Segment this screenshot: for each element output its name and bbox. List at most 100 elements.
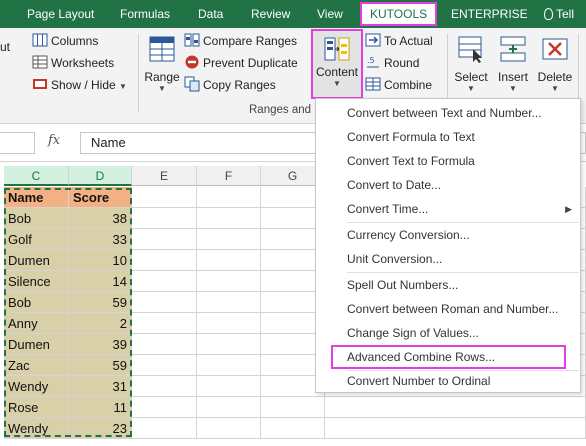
name-cell[interactable]: Wendy [4, 376, 69, 397]
round-button[interactable]: .5 Round [365, 52, 419, 74]
name-cell[interactable]: Dumen [4, 334, 69, 355]
empty-cell[interactable] [197, 271, 261, 292]
tab-page-layout[interactable]: Page Layout [27, 0, 94, 28]
empty-cell[interactable] [132, 229, 197, 250]
name-box[interactable] [0, 132, 35, 154]
score-cell[interactable]: 2 [69, 313, 132, 334]
empty-cell[interactable] [132, 355, 197, 376]
to-actual-button[interactable]: To Actual [365, 30, 433, 52]
name-cell[interactable]: Rose [4, 397, 69, 418]
menu-item-convert-text-to-formula[interactable]: Convert Text to Formula [316, 149, 580, 173]
empty-cell[interactable] [197, 250, 261, 271]
prevent-duplicate-button[interactable]: Prevent Duplicate [184, 52, 298, 74]
compare-ranges-label: Compare Ranges [203, 34, 298, 48]
tab-data[interactable]: Data [198, 0, 223, 28]
columns-button[interactable]: Columns [32, 30, 98, 52]
name-cell[interactable]: Silence [4, 271, 69, 292]
partial-button[interactable]: ut [0, 36, 10, 58]
empty-cell[interactable] [197, 334, 261, 355]
score-cell[interactable]: 23 [69, 418, 132, 439]
delete-label: Delete [537, 70, 573, 84]
empty-cell[interactable] [197, 187, 261, 208]
select-button[interactable]: Select ▼ [452, 34, 490, 93]
score-cell[interactable]: 38 [69, 208, 132, 229]
fx-icon[interactable]: fx [48, 133, 60, 148]
empty-cell[interactable] [325, 397, 586, 418]
name-cell[interactable]: Dumen [4, 250, 69, 271]
empty-cell[interactable] [197, 397, 261, 418]
menu-item-convert-number-to-ordinal[interactable]: Convert Number to Ordinal [316, 369, 580, 393]
range-button[interactable]: Range ▼ [144, 34, 180, 93]
name-cell[interactable]: Anny [4, 313, 69, 334]
empty-cell[interactable] [197, 292, 261, 313]
column-header-f[interactable]: F [197, 166, 261, 186]
empty-cell[interactable] [132, 271, 197, 292]
menu-item-advanced-combine-rows[interactable]: Advanced Combine Rows... [331, 345, 566, 369]
copy-ranges-button[interactable]: Copy Ranges [184, 74, 276, 96]
name-cell[interactable]: Golf [4, 229, 69, 250]
empty-cell[interactable] [325, 418, 586, 439]
empty-cell[interactable] [132, 208, 197, 229]
name-cell[interactable]: Bob [4, 292, 69, 313]
compare-ranges-button[interactable]: Compare Ranges [184, 30, 297, 52]
empty-cell[interactable] [132, 292, 197, 313]
content-button[interactable]: Content ▼ [311, 29, 363, 99]
empty-cell[interactable] [197, 418, 261, 439]
empty-cell[interactable] [132, 418, 197, 439]
empty-cell[interactable] [197, 229, 261, 250]
chevron-down-icon: ▼ [509, 84, 517, 93]
empty-cell[interactable] [261, 397, 325, 418]
chevron-down-icon: ▼ [333, 79, 341, 88]
show-hide-button[interactable]: Show / Hide ▼ [32, 74, 127, 96]
empty-cell[interactable] [132, 313, 197, 334]
menu-item-convert-to-date[interactable]: Convert to Date... [316, 173, 580, 197]
insert-button[interactable]: Insert ▼ [494, 34, 532, 93]
ribbon-divider [138, 34, 139, 112]
empty-cell[interactable] [132, 376, 197, 397]
score-cell[interactable]: 39 [69, 334, 132, 355]
name-cell[interactable]: Wendy [4, 418, 69, 439]
header-cell[interactable]: Name [4, 187, 69, 208]
empty-cell[interactable] [197, 313, 261, 334]
empty-cell[interactable] [197, 355, 261, 376]
menu-item-convert-roman-number[interactable]: Convert between Roman and Number... [316, 297, 580, 321]
score-cell[interactable]: 33 [69, 229, 132, 250]
menu-item-spell-out-numbers[interactable]: Spell Out Numbers... [316, 273, 580, 297]
empty-cell[interactable] [197, 208, 261, 229]
empty-cell[interactable] [197, 376, 261, 397]
empty-cell[interactable] [132, 187, 197, 208]
tab-formulas[interactable]: Formulas [120, 0, 170, 28]
menu-item-currency-conversion[interactable]: Currency Conversion... [316, 223, 580, 247]
tab-enterprise[interactable]: ENTERPRISE [451, 0, 528, 28]
menu-item-convert-formula-to-text[interactable]: Convert Formula to Text [316, 125, 580, 149]
score-cell[interactable]: 31 [69, 376, 132, 397]
score-cell[interactable]: 59 [69, 292, 132, 313]
tab-review[interactable]: Review [251, 0, 290, 28]
delete-icon [542, 38, 568, 60]
name-cell[interactable]: Bob [4, 208, 69, 229]
tab-view[interactable]: View [317, 0, 343, 28]
column-header-c[interactable]: C [4, 166, 69, 186]
score-cell[interactable]: 10 [69, 250, 132, 271]
menu-item-change-sign[interactable]: Change Sign of Values... [316, 321, 580, 345]
delete-button[interactable]: Delete ▼ [536, 34, 574, 93]
score-cell[interactable]: 59 [69, 355, 132, 376]
empty-cell[interactable] [132, 397, 197, 418]
column-header-e[interactable]: E [132, 166, 197, 186]
name-cell[interactable]: Zac [4, 355, 69, 376]
worksheets-button[interactable]: Worksheets [32, 52, 114, 74]
empty-cell[interactable] [132, 250, 197, 271]
score-cell[interactable]: 14 [69, 271, 132, 292]
score-cell[interactable]: 11 [69, 397, 132, 418]
empty-cell[interactable] [132, 334, 197, 355]
menu-item-unit-conversion[interactable]: Unit Conversion... [316, 247, 580, 271]
column-header-d[interactable]: D [69, 166, 132, 186]
menu-item-convert-text-number[interactable]: Convert between Text and Number... [316, 101, 580, 125]
menu-item-convert-time[interactable]: Convert Time... ▶ [316, 197, 580, 221]
empty-cell[interactable] [261, 418, 325, 439]
tab-kutools[interactable]: KUTOOLS [360, 2, 438, 26]
combine-button[interactable]: Combine [365, 74, 432, 96]
tab-tell-me[interactable]: Tell [544, 0, 574, 28]
header-cell[interactable]: Score [69, 187, 132, 208]
columns-label: Columns [51, 34, 99, 48]
